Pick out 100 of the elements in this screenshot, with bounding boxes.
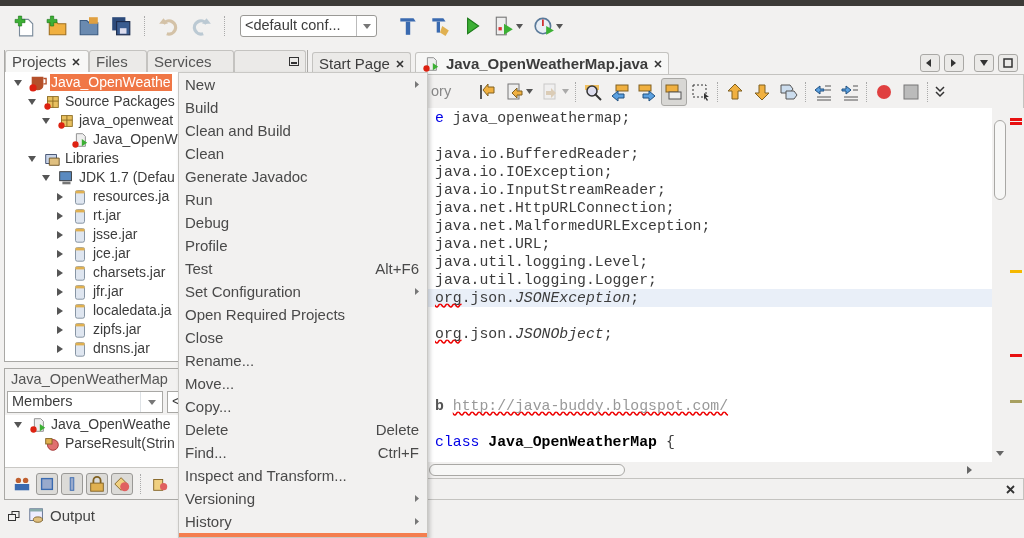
square-toggle[interactable] [36,472,58,495]
code-line: java.io.BufferedReader; [434,145,641,163]
tree-item[interactable]: Libraries [64,150,120,167]
panel-tab[interactable]: Projects [5,50,89,72]
menu-item[interactable]: Find... Ctrl+F [179,441,427,464]
lock-toggle[interactable] [86,472,108,495]
menu-item[interactable]: Rename... [179,349,427,372]
menu-item[interactable]: Clean and Build [179,119,427,142]
shapes-icon [113,474,131,493]
restore-icon [8,511,20,521]
tree-item[interactable]: jce.jar [92,245,132,262]
tree-item[interactable]: dnsns.jar [92,340,151,357]
tree-item[interactable]: rt.jar [92,207,122,224]
panel-tab[interactable]: Services [147,50,234,72]
close-button[interactable] [1006,484,1015,494]
menu-item[interactable]: History [179,510,427,533]
stop-icon [901,81,922,102]
caret-icon [556,23,563,29]
editor-tab[interactable]: Java_OpenWeatherMap.java [414,52,670,74]
menu-item[interactable]: New [179,73,427,96]
submenu-arrow-icon [415,288,419,295]
scroll-left-button[interactable] [920,54,940,72]
find-previous-icon [610,81,631,102]
highlight-icon [664,81,685,102]
caret-icon [147,399,156,405]
caret-icon [362,23,371,29]
shapes-toggle[interactable] [111,472,133,495]
menu-item[interactable]: Test Alt+F6 [179,257,427,280]
code-line: java.net.HttpURLConnection; [434,199,676,217]
expanded-arrow-icon[interactable] [42,116,50,125]
editor-tab[interactable]: Start Page [312,52,411,74]
menu-item[interactable]: Open Required Projects [179,303,427,326]
collapsed-arrow-icon[interactable] [56,344,64,353]
tree-item[interactable]: java_openweat [78,112,175,129]
menu-item[interactable]: Run [179,188,427,211]
output-tab[interactable]: Output [28,507,96,525]
class-file-icon [29,415,47,434]
expanded-arrow-icon[interactable] [14,78,22,87]
scroll-right-button[interactable] [944,54,964,72]
panel-tab[interactable]: Files [89,50,147,72]
restore-button[interactable] [8,511,20,521]
close-icon [72,57,81,66]
tree-item[interactable]: jsse.jar [92,226,139,243]
expanded-arrow-icon[interactable] [14,420,22,429]
new-file-icon [14,15,36,37]
expanded-arrow-icon[interactable] [42,173,50,182]
tree-item[interactable]: JDK 1.7 (Defau [78,169,176,186]
tree-item[interactable]: charsets.jar [92,264,167,281]
menu-item[interactable]: Generate Javadoc [179,165,427,188]
code-line: org.json.JSONObject; [434,325,614,343]
code-line: b http://java-buddy.blogspot.com/ [434,397,730,415]
menu-item[interactable]: Close [179,326,427,349]
last-edit-icon [477,81,498,102]
submenu-arrow-icon [415,81,419,88]
scrollbar-thumb[interactable] [429,464,625,476]
tree-item[interactable]: jfr.jar [92,283,125,300]
bar-toggle[interactable] [61,472,83,495]
expanded-arrow-icon[interactable] [28,154,36,163]
collapsed-arrow-icon[interactable] [56,287,64,296]
collapsed-arrow-icon[interactable] [56,268,64,277]
maximize-button[interactable] [998,54,1018,72]
menu-item[interactable]: Versioning [179,487,427,510]
tree-item[interactable]: Source Packages [64,93,176,110]
highlight-button[interactable] [661,77,688,106]
submenu-arrow-icon [415,495,419,502]
collapsed-arrow-icon[interactable] [56,306,64,315]
tree-item[interactable]: zipfs.jar [92,321,143,338]
code-line: java.util.logging.Logger; [434,271,658,289]
hammer-broom-icon [429,15,451,37]
tree-item[interactable]: resources.ja [92,188,171,205]
menu-item[interactable]: Profile [179,234,427,257]
collapsed-arrow-icon[interactable] [56,211,64,220]
floppy-icon [110,15,132,37]
expanded-arrow-icon[interactable] [28,97,36,106]
collapsed-arrow-icon[interactable] [56,230,64,239]
menu-item[interactable]: Inspect and Transform... [179,464,427,487]
tree-item[interactable]: ParseResult(Strin [64,435,176,452]
menu-item[interactable]: Set Configuration [179,280,427,303]
tab-list-button[interactable] [974,54,994,72]
gauge-icon [533,15,555,37]
tree-item[interactable]: Java_OpenWeathe [50,416,172,433]
scrollbar-thumb[interactable] [994,120,1006,200]
collapsed-arrow-icon[interactable] [56,325,64,334]
close-icon [654,59,663,68]
menu-item[interactable]: Delete Delete [179,418,427,441]
tree-item[interactable]: Java_OpenW [92,131,179,148]
collapsed-arrow-icon[interactable] [56,192,64,201]
find-next-icon [637,81,658,102]
tree-item[interactable]: localedata.ja [92,302,173,319]
configuration-dropdown[interactable]: <default conf... [240,15,377,37]
minimize-button[interactable] [289,57,299,66]
menu-item[interactable]: Debug [179,211,427,234]
collapsed-arrow-icon[interactable] [56,249,64,258]
class-file-icon [71,130,89,149]
menu-item[interactable]: Build [179,96,427,119]
undo-icon [158,15,180,37]
members-dropdown[interactable]: Members [7,391,163,413]
menu-item[interactable]: Clean [179,142,427,165]
monitor-icon [57,168,75,187]
console-icon [28,507,46,525]
